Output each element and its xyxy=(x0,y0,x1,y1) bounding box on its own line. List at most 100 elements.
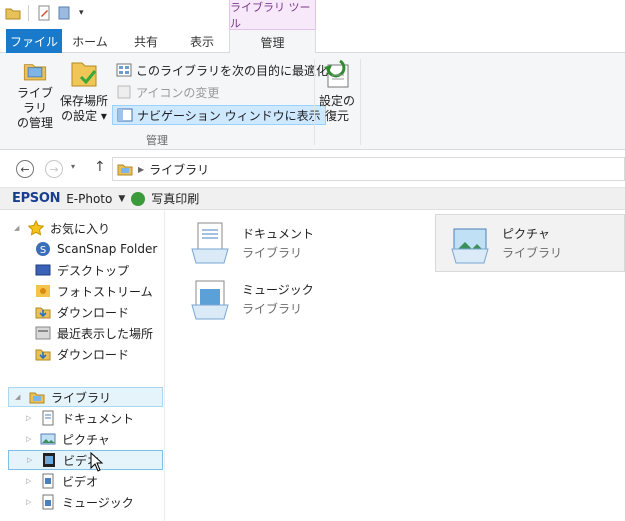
change-icon-label: アイコンの変更 xyxy=(136,85,220,100)
new-folder-icon[interactable] xyxy=(56,4,74,22)
qat-customize-icon[interactable]: ▾ xyxy=(79,8,84,18)
nav-library-pictures[interactable]: ▷ ピクチャ xyxy=(26,429,110,449)
optimize-icon xyxy=(116,63,132,77)
up-button[interactable]: ↑ xyxy=(94,159,106,175)
tab-home[interactable]: ホーム xyxy=(62,29,118,53)
tile-type: ライブラリ xyxy=(242,246,303,260)
manage-library-label-1: ライブラリ xyxy=(16,86,53,115)
nav-library-documents[interactable]: ▷ ドキュメント xyxy=(26,408,134,428)
manage-library-button[interactable]: ライブラリ の管理 xyxy=(12,57,58,131)
photostream-icon xyxy=(36,285,50,297)
tile-name: ピクチャ xyxy=(502,227,550,241)
ribbon: ライブラリ の管理 保存場所 の設定 ▾ このライブラリを次の目的に最適化 ▾ … xyxy=(0,53,625,150)
collapsed-icon[interactable]: ▷ xyxy=(26,414,34,422)
nav-library-videos[interactable]: ▷ ビデオ xyxy=(8,450,163,470)
music-library-icon xyxy=(191,280,229,320)
recent-places-icon xyxy=(35,326,51,340)
epson-ephoto-menu[interactable]: E-Photo xyxy=(66,192,112,206)
scansnap-icon: S xyxy=(36,242,50,256)
restore-icon xyxy=(324,59,349,88)
title-bar: ▾ ライブラリ ツール xyxy=(0,0,625,30)
nav-item-label: デスクトップ xyxy=(57,263,130,278)
desktop-icon xyxy=(35,264,51,276)
nav-item-label: フォトストリーム xyxy=(57,284,153,299)
optimize-library-button[interactable]: このライブラリを次の目的に最適化 ▾ xyxy=(112,60,342,80)
folder-check-icon xyxy=(71,62,97,87)
restore-label-2: 復元 xyxy=(324,109,349,123)
nav-libraries-header[interactable]: ◢ ライブラリ xyxy=(8,387,163,407)
back-button[interactable]: ← xyxy=(16,160,34,178)
nav-item-downloads-2[interactable]: ダウンロード xyxy=(35,344,129,364)
tab-file[interactable]: ファイル xyxy=(6,29,62,53)
collapsed-icon[interactable]: ▷ xyxy=(27,456,35,464)
svg-text:S: S xyxy=(40,245,46,256)
tile-type: ライブラリ xyxy=(242,302,303,316)
photo-print-icon xyxy=(131,191,146,206)
star-icon xyxy=(28,220,44,236)
properties-icon[interactable] xyxy=(35,4,53,22)
restore-settings-button[interactable]: 設定の 復元 xyxy=(316,57,358,131)
download-folder-icon xyxy=(35,349,51,361)
navigation-pane: ◢ お気に入り S ScanSnap Folder デスクトップ フォトストリー… xyxy=(0,210,165,521)
change-icon-icon xyxy=(117,85,131,99)
nav-item-label: ピクチャ xyxy=(62,432,110,447)
library-icon xyxy=(117,164,133,176)
nav-item-label: ミュージック xyxy=(62,495,134,510)
picture-icon xyxy=(40,433,56,445)
nav-item-label: ダウンロード xyxy=(57,305,130,320)
expand-icon[interactable]: ◢ xyxy=(14,224,22,232)
expand-icon[interactable]: ◢ xyxy=(15,393,23,401)
tab-share[interactable]: 共有 xyxy=(118,29,174,53)
nav-item-label: ドキュメント xyxy=(62,411,135,426)
nav-item-label: 最近表示した場所 xyxy=(57,326,154,341)
nav-item-recent-places[interactable]: 最近表示した場所 xyxy=(35,323,153,343)
nav-favorites-label: お気に入り xyxy=(50,221,111,236)
nav-library-videos-2[interactable]: ▷ ビデオ xyxy=(26,471,98,491)
breadcrumb-chevron-icon[interactable]: ▶ xyxy=(138,165,144,174)
restore-label-1: 設定の xyxy=(318,94,355,108)
content-area: ドキュメント ライブラリ ピクチャ ライブラリ ミュージック ライブラリ xyxy=(166,210,625,521)
mouse-cursor-icon xyxy=(90,452,104,472)
tab-view[interactable]: 表示 xyxy=(174,29,230,53)
nav-item-scansnap-folder[interactable]: S ScanSnap Folder xyxy=(35,239,157,259)
show-in-navigation-pane-button[interactable]: ナビゲーション ウィンドウに表示 xyxy=(112,105,326,125)
tab-manage[interactable]: 管理 xyxy=(229,29,316,54)
photo-print-button[interactable]: 写真印刷 xyxy=(151,190,199,207)
library-tile-documents[interactable]: ドキュメント ライブラリ xyxy=(176,214,366,272)
nav-item-photostream[interactable]: フォトストリーム xyxy=(35,281,153,301)
navigation-pane-icon xyxy=(117,108,133,122)
forward-button[interactable]: → xyxy=(45,160,63,178)
qat-separator xyxy=(28,5,29,21)
manage-library-label-2: の管理 xyxy=(16,116,53,130)
recent-locations-chevron-icon[interactable]: ▾ xyxy=(71,162,75,171)
download-folder-icon xyxy=(35,307,51,319)
video-icon xyxy=(43,453,55,467)
nav-item-downloads[interactable]: ダウンロード xyxy=(35,302,129,322)
breadcrumb-libraries[interactable]: ライブラリ xyxy=(149,161,209,178)
collapsed-icon[interactable]: ▷ xyxy=(26,477,34,485)
save-location-label-1: 保存場所 xyxy=(59,94,108,108)
show-in-navigation-label: ナビゲーション ウィンドウに表示 xyxy=(137,108,321,123)
save-location-button[interactable]: 保存場所 の設定 ▾ xyxy=(58,57,110,131)
epson-logo: EPSON xyxy=(12,191,61,206)
library-tile-music[interactable]: ミュージック ライブラリ xyxy=(176,270,366,328)
library-tile-pictures[interactable]: ピクチャ ライブラリ xyxy=(435,214,625,272)
address-bar[interactable]: ▶ ライブラリ xyxy=(112,157,625,181)
nav-favorites-header[interactable]: ◢ お気に入り xyxy=(14,218,110,238)
music-icon xyxy=(42,494,54,510)
tile-type: ライブラリ xyxy=(502,246,563,260)
epson-dropdown-icon[interactable]: ▼ xyxy=(118,194,125,204)
nav-item-desktop[interactable]: デスクトップ xyxy=(35,260,129,280)
collapsed-icon[interactable]: ▷ xyxy=(26,435,34,443)
tile-name: ミュージック xyxy=(242,283,314,297)
folder-icon[interactable] xyxy=(4,4,22,22)
nav-item-label: ダウンロード xyxy=(57,347,130,362)
library-icon xyxy=(29,392,45,404)
change-icon-button[interactable]: アイコンの変更 xyxy=(112,82,223,102)
nav-library-music[interactable]: ▷ ミュージック xyxy=(26,492,134,512)
document-icon xyxy=(42,410,54,426)
collapsed-icon[interactable]: ▷ xyxy=(26,498,34,506)
pictures-library-icon xyxy=(451,228,489,264)
nav-libraries-label: ライブラリ xyxy=(51,390,112,405)
ribbon-end-separator xyxy=(360,59,361,145)
